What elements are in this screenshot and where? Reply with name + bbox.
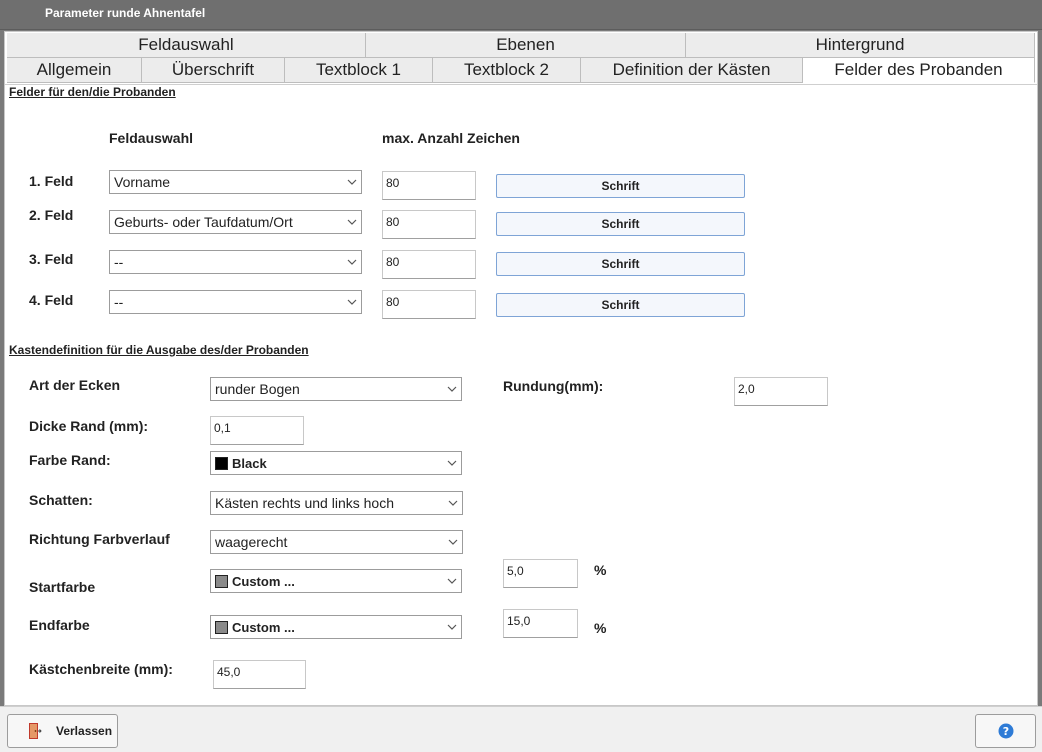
start-percent-unit: % xyxy=(594,562,607,578)
tab-content: Felder für den/die Probanden Feldauswahl… xyxy=(5,84,1037,704)
end-color-select[interactable]: Custom ... xyxy=(210,615,462,639)
chevron-down-icon xyxy=(443,460,461,466)
border-color-label: Farbe Rand: xyxy=(29,452,111,468)
tab-hintergrund[interactable]: Hintergrund xyxy=(686,33,1035,58)
field-1-font-button[interactable]: Schrift xyxy=(496,174,745,198)
chevron-down-icon xyxy=(443,578,461,584)
border-color-select[interactable]: Black xyxy=(210,451,462,475)
chevron-down-icon xyxy=(343,299,361,305)
chevron-down-icon xyxy=(444,539,462,545)
field-2-select[interactable]: Geburts- oder Taufdatum/Ort xyxy=(109,210,362,234)
box-width-label: Kästchenbreite (mm): xyxy=(29,661,173,677)
field-2-max-input[interactable]: 80 xyxy=(382,210,476,239)
shadow-select[interactable]: Kästen rechts und links hoch xyxy=(210,491,463,515)
border-color-select-value: Black xyxy=(232,455,267,471)
field-2-font-button[interactable]: Schrift xyxy=(496,212,745,236)
help-button[interactable]: ? xyxy=(975,714,1036,748)
border-thickness-label: Dicke Rand (mm): xyxy=(29,418,149,434)
chevron-down-icon xyxy=(343,179,361,185)
start-color-select-value: Custom ... xyxy=(232,573,295,589)
svg-text:?: ? xyxy=(1002,725,1008,738)
title-bar: Parameter runde Ahnentafel xyxy=(0,0,1042,30)
section-title-box-definition: Kastendefinition für die Ausgabe des/der… xyxy=(9,343,309,357)
exit-door-icon xyxy=(29,723,42,739)
field-4-max-input[interactable]: 80 xyxy=(382,290,476,319)
tab-definition-kaesten[interactable]: Definition der Kästen xyxy=(581,58,803,83)
field-4-select[interactable]: -- xyxy=(109,290,362,314)
chevron-down-icon xyxy=(343,219,361,225)
start-color-select[interactable]: Custom ... xyxy=(210,569,462,593)
column-header-max-chars: max. Anzahl Zeichen xyxy=(382,130,520,146)
rounding-label: Rundung(mm): xyxy=(503,378,604,394)
tab-feldauswahl[interactable]: Feldauswahl xyxy=(7,33,366,58)
gradient-direction-select[interactable]: waagerecht xyxy=(210,530,463,554)
end-percent-unit: % xyxy=(594,620,607,636)
field-2-label: 2. Feld xyxy=(29,207,74,223)
chevron-down-icon xyxy=(343,259,361,265)
field-3-font-button[interactable]: Schrift xyxy=(496,252,745,276)
color-swatch xyxy=(215,574,228,588)
help-icon: ? xyxy=(998,723,1013,739)
gradient-direction-label: Richtung Farbverlauf xyxy=(29,531,170,547)
exit-button[interactable]: Verlassen xyxy=(7,714,118,748)
chevron-down-icon xyxy=(443,624,461,630)
end-color-select-value: Custom ... xyxy=(232,619,295,635)
tab-row-bottom: Allgemein Überschrift Textblock 1 Textbl… xyxy=(7,58,1035,83)
chevron-down-icon xyxy=(444,500,462,506)
dialog-panel: Feldauswahl Ebenen Hintergrund Allgemein… xyxy=(4,31,1038,706)
field-1-label: 1. Feld xyxy=(29,173,74,189)
gradient-direction-select-value: waagerecht xyxy=(215,534,288,550)
tab-allgemein[interactable]: Allgemein xyxy=(7,58,142,83)
field-3-max-input[interactable]: 80 xyxy=(382,250,476,279)
field-3-select-value: -- xyxy=(114,254,124,270)
tab-textblock-1[interactable]: Textblock 1 xyxy=(285,58,433,83)
section-title-fields: Felder für den/die Probanden xyxy=(9,85,176,99)
field-3-select[interactable]: -- xyxy=(109,250,362,274)
field-4-select-value: -- xyxy=(114,294,124,310)
tab-row-top: Feldauswahl Ebenen Hintergrund xyxy=(7,33,1035,58)
shadow-label: Schatten: xyxy=(29,492,93,508)
window-title: Parameter runde Ahnentafel xyxy=(45,6,206,20)
corners-label: Art der Ecken xyxy=(29,377,121,393)
color-swatch xyxy=(215,456,228,470)
chevron-down-icon xyxy=(443,386,461,392)
corners-select-value: runder Bogen xyxy=(215,381,300,397)
field-2-select-value: Geburts- oder Taufdatum/Ort xyxy=(114,214,293,230)
box-width-input[interactable]: 45,0 xyxy=(213,660,306,689)
shadow-select-value: Kästen rechts und links hoch xyxy=(215,495,394,511)
end-percent-input[interactable]: 15,0 xyxy=(503,609,578,638)
corners-select[interactable]: runder Bogen xyxy=(210,377,462,401)
field-4-label: 4. Feld xyxy=(29,292,74,308)
border-thickness-input[interactable]: 0,1 xyxy=(210,416,304,445)
field-3-label: 3. Feld xyxy=(29,251,74,267)
tab-textblock-2[interactable]: Textblock 2 xyxy=(433,58,581,83)
exit-button-label: Verlassen xyxy=(56,724,113,738)
field-1-select[interactable]: Vorname xyxy=(109,170,362,194)
start-color-label: Startfarbe xyxy=(29,579,96,595)
field-4-font-button[interactable]: Schrift xyxy=(496,293,745,317)
start-percent-input[interactable]: 5,0 xyxy=(503,559,578,588)
footer-bar: Verlassen ? xyxy=(0,706,1042,752)
color-swatch xyxy=(215,620,228,634)
column-header-feldauswahl: Feldauswahl xyxy=(109,130,194,146)
tab-ebenen[interactable]: Ebenen xyxy=(366,33,686,58)
tab-felder-probanden[interactable]: Felder des Probanden xyxy=(803,58,1035,83)
end-color-label: Endfarbe xyxy=(29,617,90,633)
field-1-select-value: Vorname xyxy=(114,174,171,190)
field-1-max-input[interactable]: 80 xyxy=(382,171,476,200)
rounding-input[interactable]: 2,0 xyxy=(734,377,828,406)
tab-ueberschrift[interactable]: Überschrift xyxy=(142,58,285,83)
